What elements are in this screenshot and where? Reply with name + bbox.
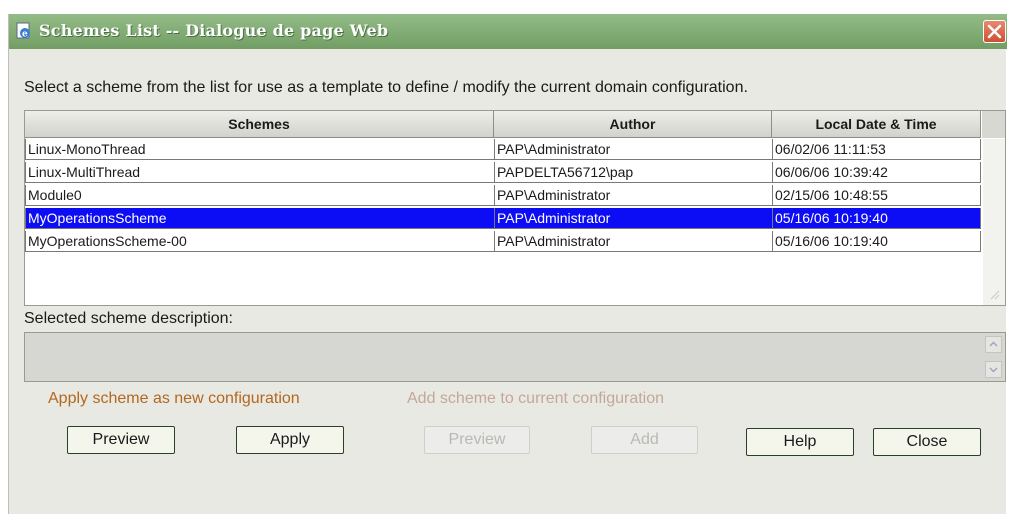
cell-author: PAPDELTA56712\pap [494,162,773,183]
scroll-up-icon[interactable] [985,336,1002,353]
cell-datetime: 06/02/06 11:11:53 [772,139,981,160]
resize-grip-icon[interactable] [987,287,1001,306]
ie-page-icon: e [15,22,33,40]
table-vertical-scrollbar[interactable] [983,139,1005,305]
instruction-text: Select a scheme from the list for use as… [24,79,748,96]
header-scroll-corner [981,111,1003,138]
preview-add-button[interactable]: Preview [424,426,530,454]
cell-author: PAP\Administrator [494,139,773,160]
add-section-label: Add scheme to current configuration [407,390,665,407]
svg-text:e: e [22,30,28,40]
column-header-schemes[interactable]: Schemes [25,111,494,138]
apply-section-label: Apply scheme as new configuration [48,390,300,407]
cell-scheme: MyOperationsScheme [25,208,495,229]
window-title: Schemes List -- Dialogue de page Web [39,21,389,40]
help-button[interactable]: Help [746,428,854,456]
cell-scheme: Module0 [25,185,495,206]
add-button[interactable]: Add [591,426,698,454]
table-row[interactable]: Module0 PAP\Administrator 02/15/06 10:48… [25,185,981,207]
preview-apply-button[interactable]: Preview [67,426,175,454]
close-x-icon[interactable] [983,20,1006,43]
scroll-down-icon[interactable] [985,361,1002,378]
description-field[interactable] [24,332,1006,382]
cell-scheme: MyOperationsScheme-00 [25,231,495,252]
schemes-list-dialog: e Schemes List -- Dialogue de page Web S… [8,14,1007,514]
cell-datetime: 05/16/06 10:19:40 [772,208,981,229]
description-label: Selected scheme description: [24,310,233,327]
cell-author: PAP\Administrator [494,208,773,229]
table-header: Schemes Author Local Date & Time [25,111,1005,138]
cell-scheme: Linux-MultiThread [25,162,495,183]
table-row[interactable]: Linux-MonoThread PAP\Administrator 06/02… [25,139,981,161]
title-bar[interactable]: e Schemes List -- Dialogue de page Web [9,14,1007,49]
table-row-selected[interactable]: MyOperationsScheme PAP\Administrator 05/… [25,208,981,230]
cell-scheme: Linux-MonoThread [25,139,495,160]
close-button[interactable]: Close [873,428,981,456]
cell-datetime: 02/15/06 10:48:55 [772,185,981,206]
column-header-author[interactable]: Author [494,111,772,138]
table-row[interactable]: MyOperationsScheme-00 PAP\Administrator … [25,231,981,253]
table-row[interactable]: Linux-MultiThread PAPDELTA56712\pap 06/0… [25,162,981,184]
cell-author: PAP\Administrator [494,185,773,206]
column-header-datetime[interactable]: Local Date & Time [772,111,981,138]
apply-button[interactable]: Apply [236,426,344,454]
schemes-table: Schemes Author Local Date & Time Linux-M… [24,110,1006,306]
cell-datetime: 06/06/06 10:39:42 [772,162,981,183]
cell-author: PAP\Administrator [494,231,773,252]
cell-datetime: 05/16/06 10:19:40 [772,231,981,252]
